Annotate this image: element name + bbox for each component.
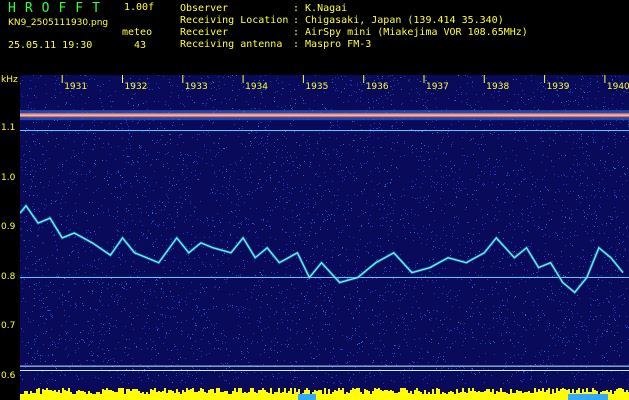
x-tick-label: 1933 [185,82,208,92]
y-tick-label: 0.8 [1,271,16,282]
location-value: : Chigasaki, Japan (139.414 35.340) [293,15,504,26]
version-label: 1.00f [124,2,155,13]
location-key: Receiving Location [180,15,289,26]
bottom-band-gap [568,394,608,400]
x-tick-label: 1940 [607,82,629,92]
meteor-count: 43 [134,40,147,51]
app-logo: HROFFT [8,1,109,16]
spectrogram: 1931 1932 1933 1934 1935 1936 1937 1938 1939 1940 [20,75,629,400]
y-tick-label: 1.0 [1,172,16,183]
file-name: KN9_2505111930.png [8,18,109,28]
receiver-key: Receiver [180,27,229,38]
antenna-row: Receiving antenna : Maspro FM-3 [180,40,371,50]
location-row: Receiving Location : Chigasaki, Japan (13… [180,16,504,26]
x-tick-label: 1938 [486,82,509,92]
carrier-core [20,114,629,116]
header-panel: HROFFT 1.00f KN9_2505111930.png meteo 25… [0,0,629,75]
y-tick-label: 0.7 [1,321,16,331]
x-tick-label: 1935 [305,82,328,92]
observer-key: Observer [180,3,229,14]
x-tick-label: 1937 [426,82,449,92]
bottom-band-gap [298,394,316,400]
x-tick-label: 1932 [125,82,148,92]
y-tick-label: 1.1 [1,123,16,133]
antenna-key: Receiving antenna [180,39,283,50]
observer-value: : K.Nagai [293,3,348,14]
x-tick-label: 1939 [547,82,570,92]
y-tick-label: 0.9 [1,222,16,232]
x-tick-label: 1934 [245,82,268,92]
receiver-value: : AirSpy mini (Miakejima VOR 108.65MHz) [293,27,528,38]
x-tick-label: 1931 [64,82,87,92]
observer-row: Observer : K.Nagai [180,4,347,14]
y-axis-unit: kHz [1,75,18,85]
y-tick-label: 0.6 [1,370,16,381]
meteo-label: meteo [122,27,153,38]
datetime-label: 25.05.11 19:30 [8,40,93,51]
x-tick-label: 1936 [366,82,389,92]
spectrogram-background [20,75,629,400]
antenna-value: : Maspro FM-3 [293,39,372,50]
receiver-row: Receiver : AirSpy mini (Miakejima VOR 108… [180,28,528,38]
